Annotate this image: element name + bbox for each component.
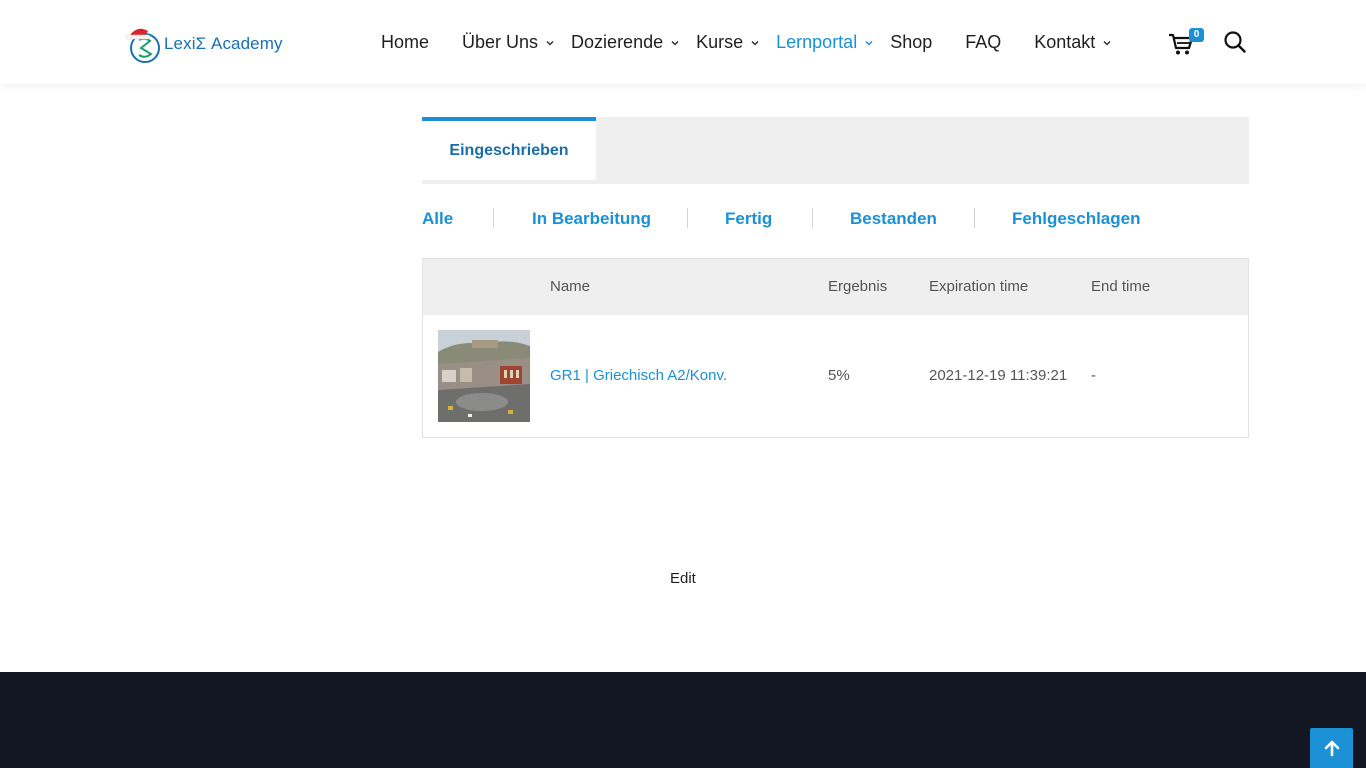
site-footer [0,672,1366,768]
search-icon [1224,31,1246,53]
nav-item-label: Shop [890,31,933,52]
search-button[interactable] [1224,31,1246,53]
nav-item-kurse[interactable]: Kurse [696,0,760,84]
course-filter-bar: Alle In Bearbeitung Fertig Bestanden Feh… [422,205,1249,233]
chevron-down-icon [671,40,679,46]
table-row: GR1 | Griechisch A2/Konv. 5% 2021-12-19 … [423,315,1248,437]
nav-item-faq[interactable]: FAQ [965,0,1001,84]
nav-item-home[interactable]: Home [381,0,429,84]
site-header: LexiΣ Academy Home Über Uns Dozierende K… [0,0,1366,84]
table-header: Name Ergebnis Expiration time End time [423,259,1248,315]
nav-item-dozierende[interactable]: Dozierende [571,0,680,84]
scroll-to-top-button[interactable] [1310,728,1353,768]
filter-alle[interactable]: Alle [422,205,453,233]
course-image-icon [438,330,530,422]
course-expiration-time: 2021-12-19 11:39:21 [929,367,1068,384]
courses-table: Name Ergebnis Expiration time End time G… [422,258,1249,438]
course-thumbnail[interactable] [438,330,530,422]
logo-text: LexiΣ Academy [164,34,283,53]
filter-in-bearbeitung[interactable]: In Bearbeitung [532,205,651,233]
main-nav: Home Über Uns Dozierende Kurse Lernporta… [381,0,1112,84]
column-header-expiration: Expiration time [929,278,1029,295]
filter-separator [493,208,494,228]
filter-fehlgeschlagen[interactable]: Fehlgeschlagen [1012,205,1140,233]
nav-item-label: Dozierende [571,31,664,52]
filter-bestanden[interactable]: Bestanden [850,205,937,233]
column-header-name: Name [550,278,591,295]
chevron-down-icon [865,40,873,46]
course-name-link[interactable]: GR1 | Griechisch A2/Konv. [550,315,727,437]
nav-item-label: FAQ [965,31,1002,52]
nav-item-label: Über Uns [462,31,539,52]
profile-tabbar: Eingeschrieben [422,117,1249,184]
cart-button[interactable]: 0 [1168,28,1206,56]
nav-item-ueber-uns[interactable]: Über Uns [462,0,555,84]
chevron-down-icon [546,40,554,46]
nav-item-label: Kontakt [1034,31,1096,52]
filter-separator [974,208,975,228]
filter-separator [812,208,813,228]
filter-separator [687,208,688,228]
chevron-down-icon [751,40,759,46]
nav-item-lernportal[interactable]: Lernportal [776,0,874,84]
nav-item-label: Lernportal [776,31,858,52]
course-end-time: - [1091,367,1096,384]
column-header-end: End time [1091,278,1151,295]
arrow-up-icon [1324,740,1339,757]
course-result: 5% [828,367,850,384]
chevron-down-icon [1103,40,1111,46]
column-header-result: Ergebnis [828,278,888,295]
nav-item-label: Home [381,31,430,52]
nav-item-kontakt[interactable]: Kontakt [1034,0,1112,84]
logo-mark-icon [124,23,164,65]
nav-item-shop[interactable]: Shop [890,0,932,84]
site-logo[interactable]: LexiΣ Academy [124,22,283,66]
cart-count-badge: 0 [1189,28,1204,42]
tab-eingeschrieben[interactable]: Eingeschrieben [422,117,596,180]
tab-label: Eingeschrieben [449,141,569,159]
filter-fertig[interactable]: Fertig [725,205,772,233]
edit-link[interactable]: Edit [670,570,696,587]
nav-item-label: Kurse [696,31,744,52]
